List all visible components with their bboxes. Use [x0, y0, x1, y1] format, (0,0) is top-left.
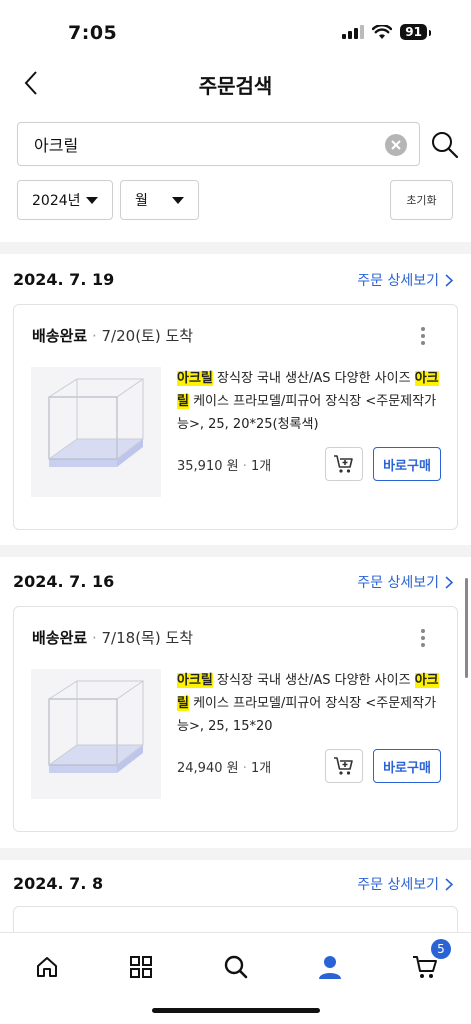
- cart-count-badge: 5: [431, 939, 451, 959]
- section-divider: [0, 545, 471, 557]
- order-date-row: 2024. 7. 19 주문 상세보기: [0, 260, 471, 300]
- chevron-down-icon: [86, 197, 98, 204]
- header: 주문검색: [0, 60, 471, 110]
- acrylic-case-image: [31, 669, 161, 799]
- chevron-down-icon: [172, 197, 184, 204]
- arrival-date: 7/20(토) 도착: [101, 327, 194, 345]
- arrival-date: 7/18(목) 도착: [101, 629, 194, 647]
- chevron-right-icon: [445, 575, 453, 589]
- tab-cart[interactable]: 5: [405, 939, 451, 987]
- tab-category[interactable]: [121, 947, 161, 987]
- delivery-status: 배송완료 · 7/18(목) 도착: [32, 629, 194, 647]
- product-name-part: 장식장 국내 생산/AS 다양한 사이즈: [212, 371, 415, 386]
- keyword-highlight: 아크릴: [177, 371, 213, 386]
- battery-icon: 91: [400, 24, 431, 40]
- buy-now-button[interactable]: 바로구매: [373, 447, 441, 481]
- quantity: 1개: [251, 459, 272, 474]
- search-icon: [432, 132, 459, 159]
- price: 24,940 원: [177, 761, 239, 776]
- order-detail-link[interactable]: 주문 상세보기: [357, 874, 453, 894]
- order-detail-label: 주문 상세보기: [357, 575, 439, 591]
- clear-search-button[interactable]: [385, 134, 407, 156]
- status-icons: 91: [342, 24, 431, 40]
- search-box: [17, 122, 420, 166]
- product-name-part: 케이스 프라모델/피규어 장식장 <주문제작가능>, 25, 20*25(청록색…: [177, 394, 437, 432]
- order-date: 2024. 7. 16: [13, 572, 115, 591]
- scrollbar[interactable]: [465, 578, 468, 678]
- my-page-icon: [319, 956, 341, 979]
- delivery-status: 배송완료 · 7/20(토) 도착: [32, 327, 194, 345]
- search-button[interactable]: [430, 130, 460, 160]
- close-icon: [391, 140, 401, 150]
- search-input[interactable]: [34, 134, 374, 153]
- cart-icon: [413, 956, 437, 978]
- order-detail-label: 주문 상세보기: [357, 877, 439, 893]
- category-icon: [130, 956, 152, 978]
- order-detail-link[interactable]: 주문 상세보기: [357, 270, 453, 290]
- page-title: 주문검색: [198, 74, 273, 98]
- price-row: 35,910 원 · 1개: [177, 459, 272, 474]
- order-date: 2024. 7. 8: [13, 874, 104, 893]
- status-time: 7:05: [68, 22, 118, 44]
- search-icon: [224, 955, 248, 979]
- tab-search[interactable]: [216, 947, 256, 987]
- home-indicator: [152, 1008, 320, 1013]
- more-options-button[interactable]: [417, 325, 429, 347]
- tab-my-page[interactable]: [310, 947, 350, 987]
- order-detail-label: 주문 상세보기: [357, 273, 439, 289]
- product-thumbnail[interactable]: [31, 669, 161, 799]
- status-label: 배송완료: [32, 327, 88, 345]
- price: 35,910 원: [177, 459, 239, 474]
- more-options-button[interactable]: [417, 627, 429, 649]
- order-card: 배송완료 · 7/18(목) 도착 아크릴 장식장 국내 생산/AS 다양한 사…: [13, 606, 458, 832]
- signal-icon: [342, 25, 365, 39]
- price-row: 24,940 원 · 1개: [177, 761, 272, 776]
- keyword-highlight: 아크릴: [177, 673, 213, 688]
- order-card: 배송완료 · 7/20(토) 도착 아크릴 장식장 국내 생산/AS 다양한 사…: [13, 304, 458, 530]
- chevron-right-icon: [445, 877, 453, 891]
- month-select-value: 월: [135, 193, 148, 209]
- product-thumbnail[interactable]: [31, 367, 161, 497]
- status-bar: 7:05 91: [0, 0, 471, 60]
- add-to-cart-button[interactable]: [325, 447, 363, 481]
- section-divider: [0, 848, 471, 860]
- cart-plus-icon: [334, 455, 353, 473]
- tab-home[interactable]: [27, 947, 67, 987]
- product-name-part: 케이스 프라모델/피규어 장식장 <주문제작가능>, 25, 15*20: [177, 696, 437, 734]
- quantity: 1개: [251, 761, 272, 776]
- status-label: 배송완료: [32, 629, 88, 647]
- product-name[interactable]: 아크릴 장식장 국내 생산/AS 다양한 사이즈 아크릴 케이스 프라모델/피규…: [177, 669, 447, 738]
- reset-button[interactable]: 초기화: [390, 180, 453, 220]
- year-select[interactable]: 2024년: [17, 180, 113, 220]
- year-select-value: 2024년: [32, 193, 81, 209]
- month-select[interactable]: 월: [120, 180, 199, 220]
- buy-now-button[interactable]: 바로구매: [373, 749, 441, 783]
- order-date: 2024. 7. 19: [13, 270, 115, 289]
- wifi-icon: [372, 24, 393, 39]
- add-to-cart-button[interactable]: [325, 749, 363, 783]
- acrylic-case-image: [31, 367, 161, 497]
- home-icon: [37, 957, 57, 977]
- cart-plus-icon: [334, 757, 353, 775]
- order-date-row: 2024. 7. 8 주문 상세보기: [0, 864, 471, 904]
- chevron-right-icon: [445, 273, 453, 287]
- product-name[interactable]: 아크릴 장식장 국내 생산/AS 다양한 사이즈 아크릴 케이스 프라모델/피규…: [177, 367, 447, 436]
- order-detail-link[interactable]: 주문 상세보기: [357, 572, 453, 592]
- section-divider: [0, 242, 471, 254]
- product-name-part: 장식장 국내 생산/AS 다양한 사이즈: [212, 673, 415, 688]
- order-date-row: 2024. 7. 16 주문 상세보기: [0, 562, 471, 602]
